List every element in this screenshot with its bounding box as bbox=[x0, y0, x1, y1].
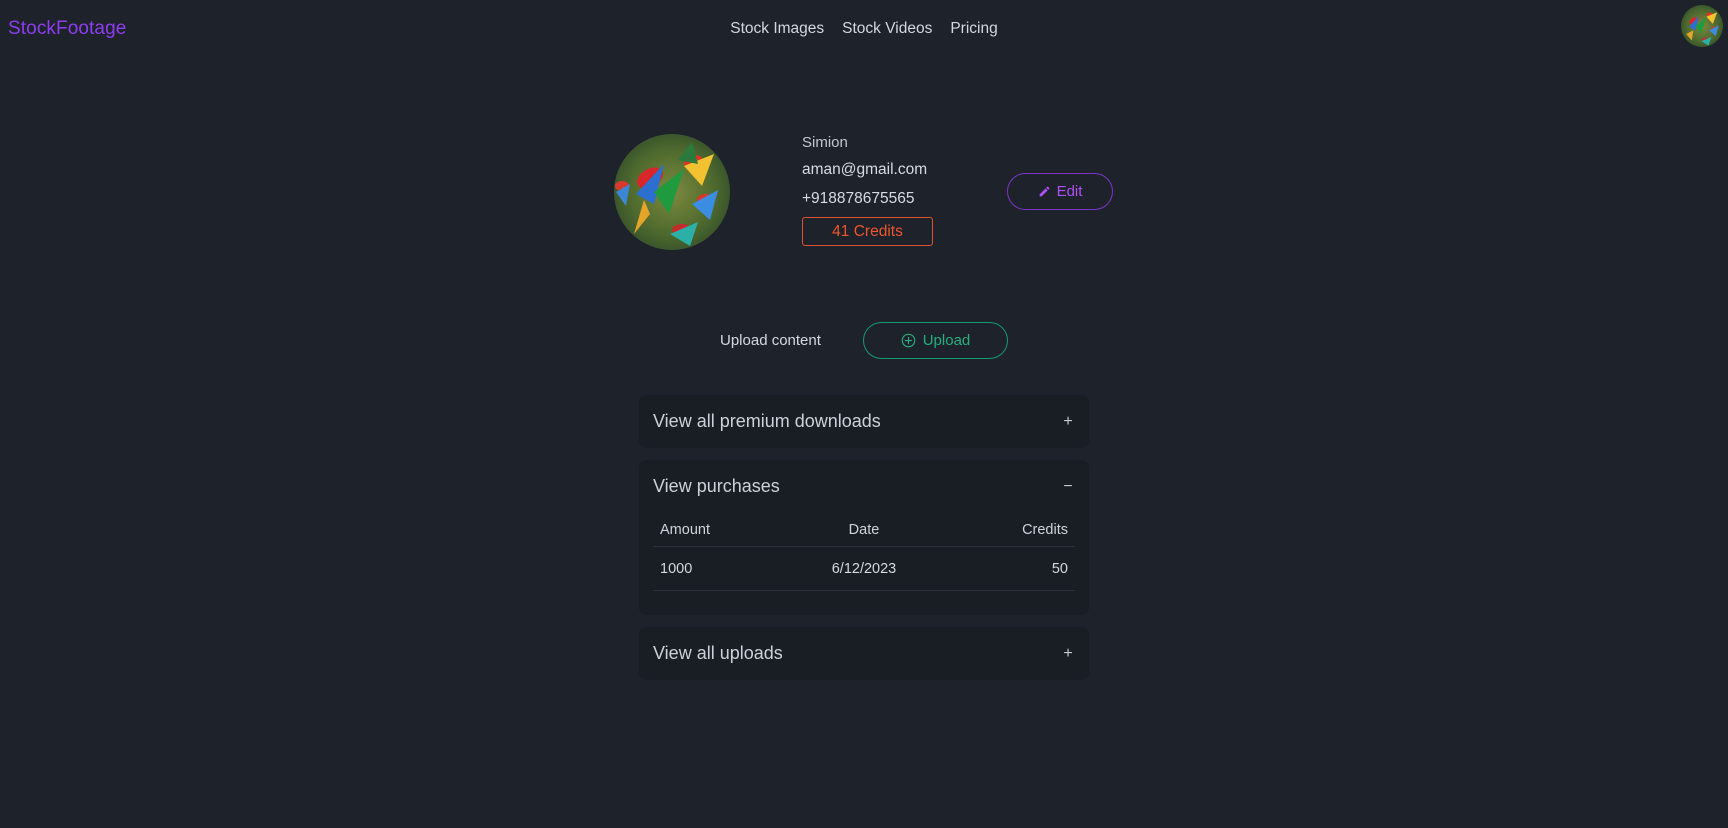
plus-circle-icon bbox=[901, 333, 916, 348]
column-header-credits: Credits bbox=[1022, 521, 1068, 538]
uploads-header[interactable]: View all uploads + bbox=[639, 627, 1089, 680]
profile-phone: +918878675565 bbox=[802, 190, 915, 207]
profile-info: Simion aman@gmail.com +918878675565 41 C… bbox=[802, 134, 933, 246]
parrots-image-icon bbox=[614, 134, 730, 250]
nav-pricing[interactable]: Pricing bbox=[950, 20, 997, 38]
column-header-date: Date bbox=[848, 521, 880, 538]
purchases-panel: View purchases − Amount Date Credits 100… bbox=[639, 460, 1089, 615]
uploads-title: View all uploads bbox=[653, 643, 783, 663]
table-header-row: Amount Date Credits bbox=[653, 513, 1075, 547]
edit-profile-button[interactable]: Edit bbox=[1007, 173, 1113, 210]
upload-button-label: Upload bbox=[922, 332, 971, 349]
top-navbar: StockFootage Stock Images Stock Videos P… bbox=[0, 0, 1728, 60]
collapse-minus-icon[interactable]: − bbox=[1061, 478, 1075, 496]
expand-plus-icon[interactable]: + bbox=[1061, 645, 1075, 663]
upload-content-label: Upload content bbox=[720, 332, 821, 349]
uploads-panel: View all uploads + bbox=[639, 627, 1089, 680]
main-nav: Stock Images Stock Videos Pricing bbox=[0, 20, 1728, 38]
upload-button[interactable]: Upload bbox=[863, 322, 1008, 359]
nav-stock-images[interactable]: Stock Images bbox=[730, 20, 824, 38]
edit-button-label: Edit bbox=[1056, 183, 1083, 200]
parrots-avatar-icon bbox=[1681, 5, 1723, 47]
premium-downloads-header[interactable]: View all premium downloads + bbox=[639, 395, 1089, 448]
profile-email: aman@gmail.com bbox=[802, 161, 928, 178]
table-row: 1000 6/12/2023 50 bbox=[653, 547, 1075, 591]
premium-downloads-panel: View all premium downloads + bbox=[639, 395, 1089, 448]
profile-avatar bbox=[614, 134, 730, 250]
credits-badge: 41 Credits bbox=[802, 217, 933, 246]
cell-date: 6/12/2023 bbox=[831, 560, 897, 577]
cell-credits: 50 bbox=[1051, 560, 1068, 577]
premium-downloads-title: View all premium downloads bbox=[653, 411, 881, 431]
cell-amount: 1000 bbox=[660, 560, 693, 577]
expand-plus-icon[interactable]: + bbox=[1061, 413, 1075, 431]
pencil-icon bbox=[1039, 186, 1049, 197]
nav-stock-videos[interactable]: Stock Videos bbox=[842, 20, 932, 38]
purchases-table: Amount Date Credits 1000 6/12/2023 50 bbox=[653, 513, 1075, 591]
profile-name: Simion bbox=[802, 134, 848, 151]
purchases-title: View purchases bbox=[653, 476, 780, 496]
purchases-header[interactable]: View purchases − bbox=[639, 460, 1089, 513]
column-header-amount: Amount bbox=[660, 521, 710, 538]
user-avatar-menu[interactable] bbox=[1681, 5, 1723, 47]
